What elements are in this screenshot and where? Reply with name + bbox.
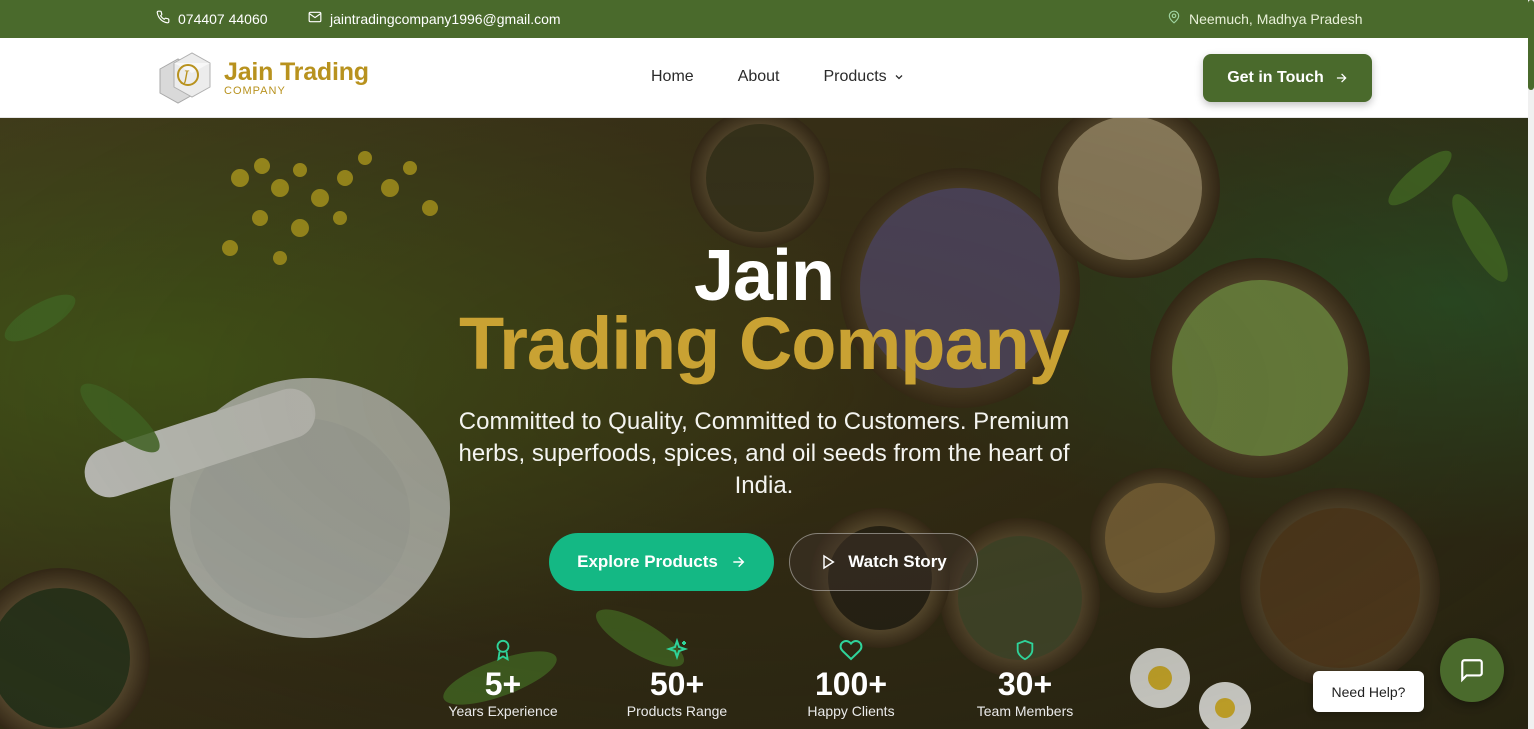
- phone-contact[interactable]: 074407 44060: [156, 10, 268, 27]
- hero-title-line2: Trading Company: [459, 302, 1070, 385]
- stat-label: Team Members: [976, 703, 1074, 719]
- watch-story-button[interactable]: Watch Story: [789, 533, 978, 591]
- nav-item-products-label: Products: [823, 68, 887, 85]
- stat-value: 30+: [997, 666, 1053, 702]
- hero-section: Jain Trading Company Committed to Qualit…: [0, 118, 1528, 729]
- email-contact[interactable]: jaintradingcompany1996@gmail.com: [308, 10, 561, 27]
- page-scrollbar[interactable]: [1528, 0, 1534, 729]
- arrow-right-icon: [733, 556, 745, 568]
- phone-number: 074407 44060: [178, 10, 268, 27]
- chat-button[interactable]: [1440, 638, 1504, 702]
- get-in-touch-label: Get in Touch: [1227, 69, 1324, 86]
- stat-team-members: 30+ Team Members: [945, 638, 1105, 720]
- explore-products-button[interactable]: Explore Products: [549, 533, 774, 591]
- get-in-touch-button[interactable]: Get in Touch: [1203, 54, 1372, 102]
- stat-label: Products Range: [626, 703, 728, 719]
- explore-products-label: Explore Products: [577, 552, 718, 571]
- stat-value: 100+: [814, 666, 888, 702]
- logo-emblem-icon: J: [156, 51, 214, 105]
- stat-years-experience: 5+ Years Experience: [423, 638, 583, 720]
- stat-value: 5+: [484, 666, 522, 702]
- location-info: Neemuch, Madhya Pradesh: [1167, 10, 1363, 27]
- email-address: jaintradingcompany1996@gmail.com: [330, 10, 561, 27]
- arrow-right-icon: [1336, 73, 1347, 83]
- sparkles-icon: [597, 638, 757, 664]
- map-pin-icon: [1167, 10, 1181, 27]
- nav-item-products[interactable]: Products: [824, 68, 905, 86]
- message-square-icon: [1461, 659, 1483, 683]
- top-info-bar: 074407 44060 jaintradingcompany1996@gmai…: [0, 0, 1528, 38]
- nav-item-home[interactable]: Home: [651, 68, 694, 86]
- stat-value: 50+: [649, 666, 705, 702]
- main-navigation: J Jain Trading COMPANY Home About Produc…: [0, 38, 1528, 118]
- need-help-bubble[interactable]: Need Help?: [1313, 671, 1424, 712]
- phone-icon: [156, 10, 170, 27]
- shield-icon: [945, 638, 1105, 664]
- chevron-down-icon: [895, 75, 903, 80]
- mail-icon: [308, 10, 322, 27]
- award-icon: [423, 638, 583, 664]
- brand-subtitle: COMPANY: [224, 85, 286, 97]
- play-icon: [823, 554, 835, 570]
- stat-label: Years Experience: [448, 703, 558, 719]
- location-text: Neemuch, Madhya Pradesh: [1189, 10, 1363, 27]
- nav-links: Home About Products: [651, 68, 905, 86]
- stat-products-range: 50+ Products Range: [597, 638, 757, 720]
- brand-name: Jain Trading: [224, 58, 369, 86]
- stat-happy-clients: 100+ Happy Clients: [771, 638, 931, 720]
- scrollbar-thumb[interactable]: [1528, 0, 1534, 90]
- stat-label: Happy Clients: [807, 703, 895, 719]
- heart-icon: [771, 638, 931, 664]
- watch-story-label: Watch Story: [848, 552, 947, 571]
- hero-tagline: Committed to Quality, Committed to Custo…: [458, 408, 1070, 499]
- brand-logo[interactable]: J Jain Trading COMPANY: [156, 51, 369, 105]
- nav-item-about[interactable]: About: [738, 68, 780, 86]
